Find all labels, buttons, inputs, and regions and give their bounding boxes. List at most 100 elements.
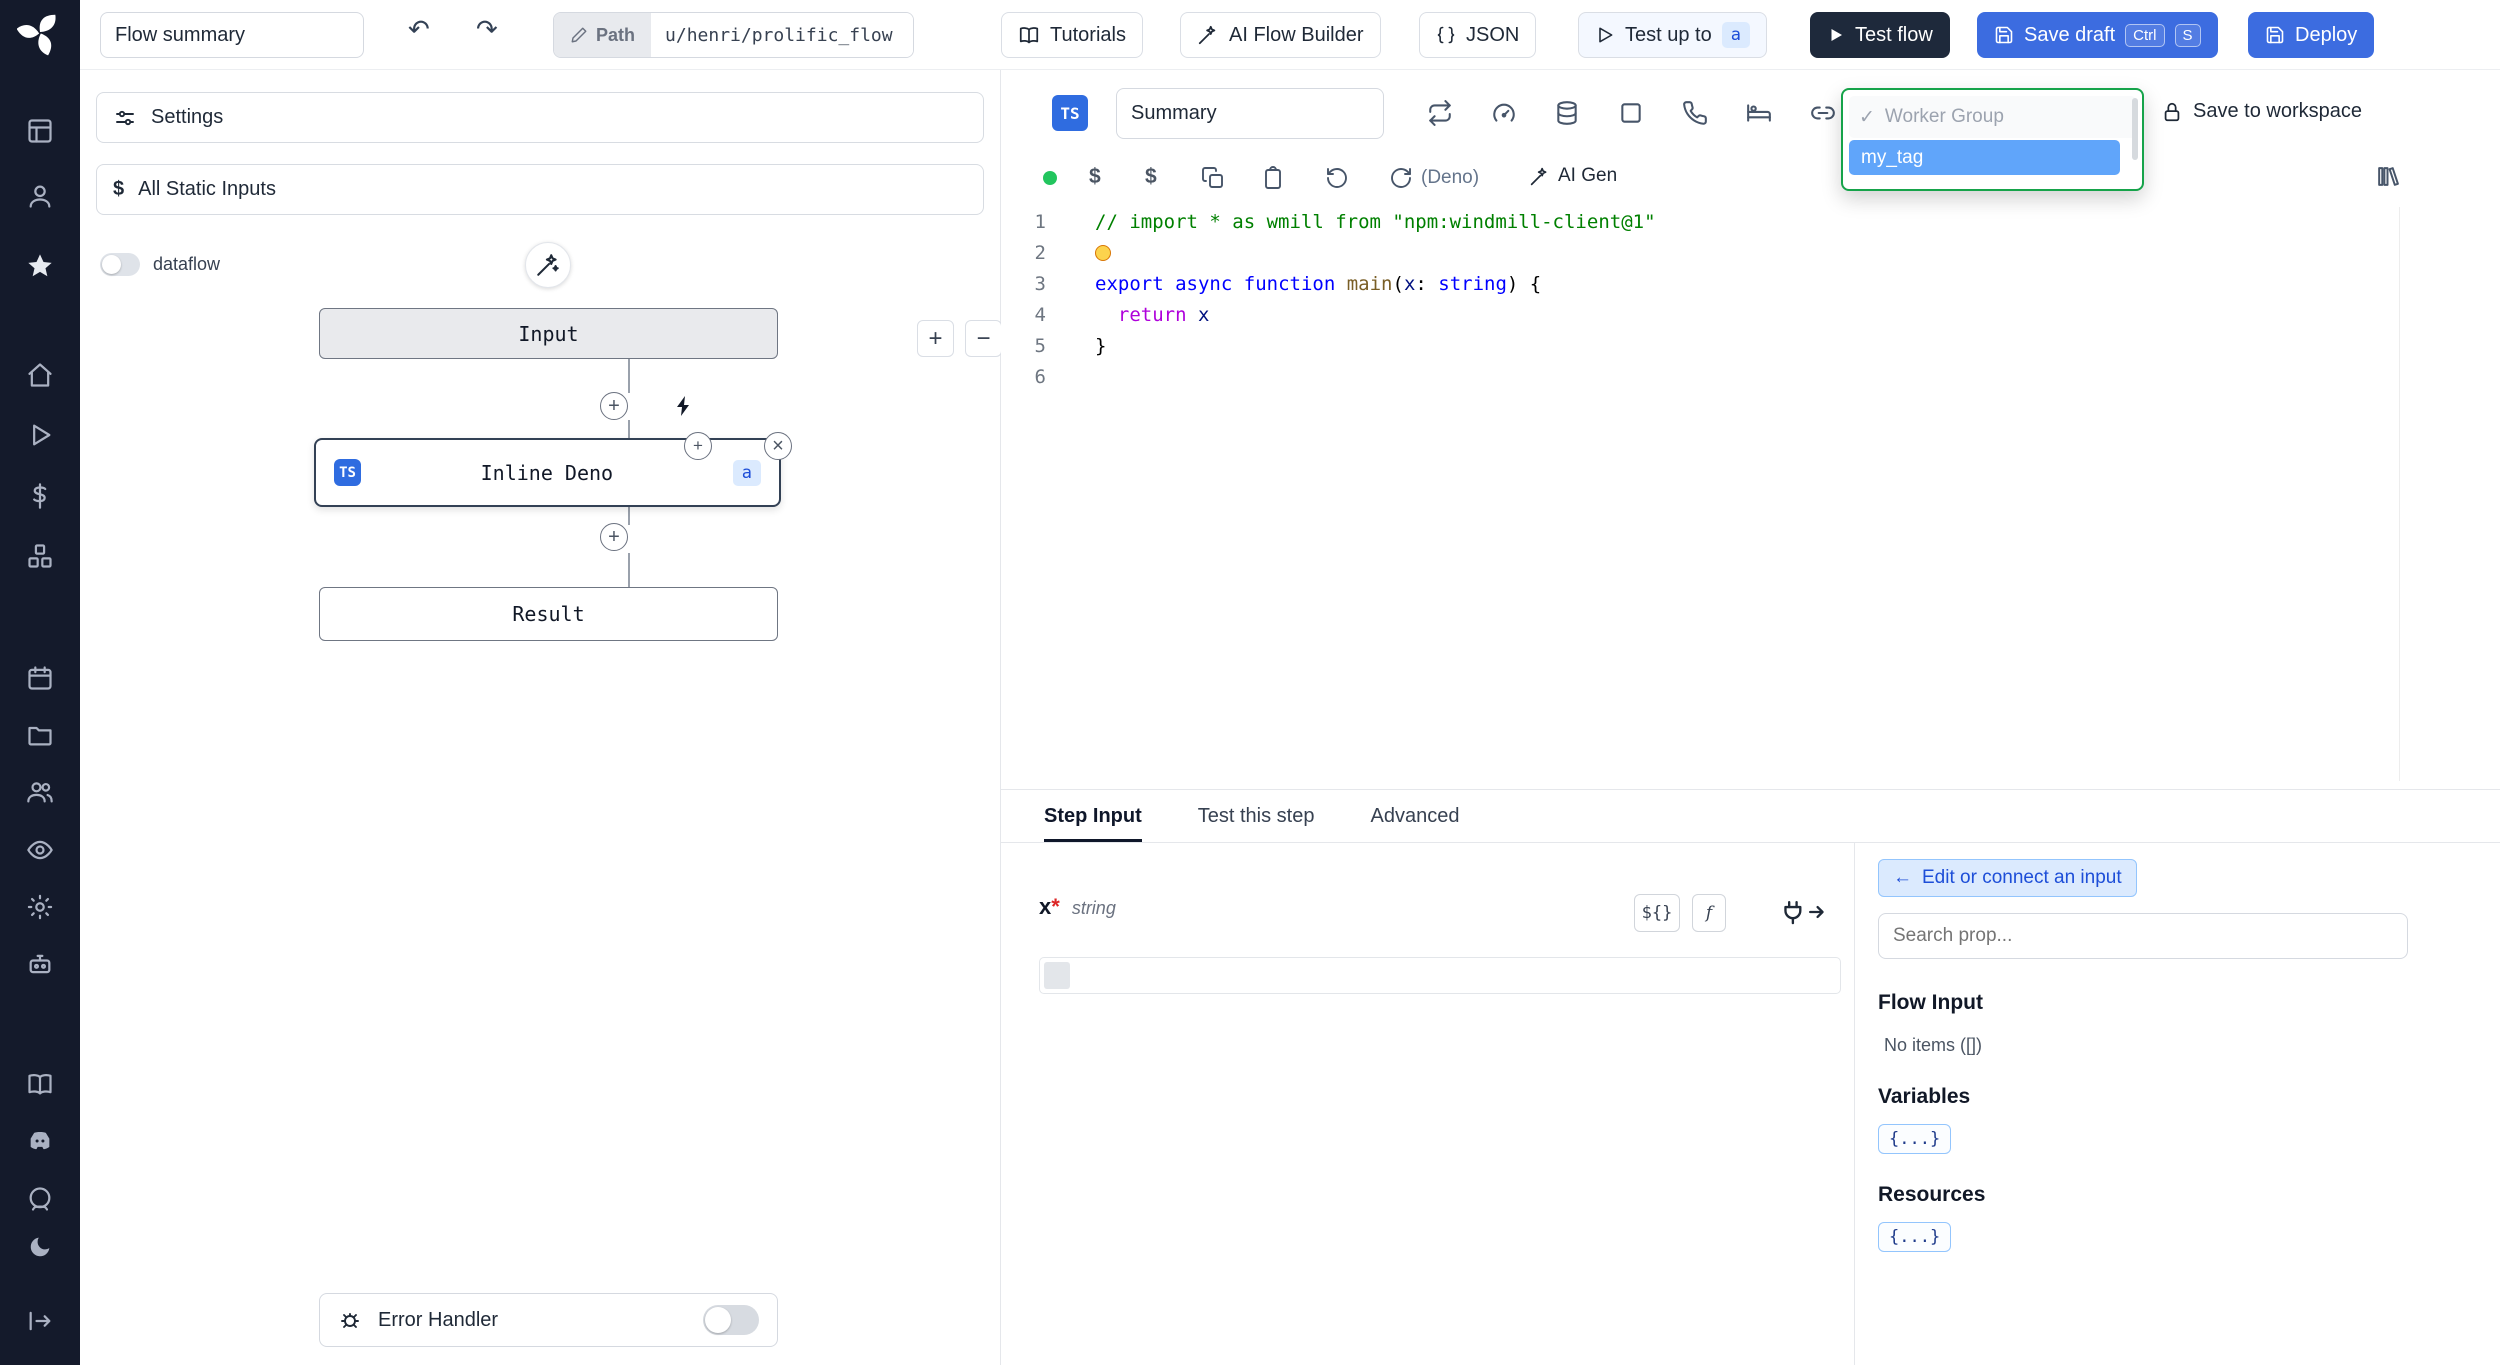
path-edit-button[interactable]: Path — [554, 13, 652, 57]
clipboard-icon[interactable] — [1261, 166, 1285, 190]
groups-icon[interactable] — [26, 778, 54, 806]
bug-icon — [338, 1308, 362, 1332]
kbd-s: S — [2174, 23, 2201, 47]
save-to-workspace-button[interactable]: Save to workspace — [2161, 100, 2362, 123]
json-label: JSON — [1466, 23, 1520, 46]
result-node[interactable]: Result — [319, 587, 778, 641]
resources-icon[interactable] — [26, 542, 54, 570]
save-draft-label: Save draft — [2024, 23, 2116, 46]
copy-icon[interactable] — [1201, 166, 1225, 190]
worker-group-label: Worker Group — [1884, 106, 2004, 127]
dataflow-toggle[interactable] — [100, 253, 140, 276]
flow-summary-input[interactable] — [100, 12, 364, 58]
reset-history-icon[interactable] — [1325, 166, 1349, 190]
add-variable-icon[interactable]: $ — [1089, 165, 1101, 189]
trigger-bolt-icon[interactable] — [670, 392, 698, 420]
tab-advanced[interactable]: Advanced — [1370, 805, 1459, 842]
code-editor[interactable]: 1// import * as wmill from "npm:windmill… — [1001, 207, 2498, 393]
tutorials-button[interactable]: Tutorials — [1001, 12, 1143, 58]
arg-value-input[interactable] — [1039, 957, 1841, 994]
zoom-out-button[interactable]: − — [965, 320, 1002, 357]
discord-icon[interactable] — [26, 1127, 54, 1155]
flow-settings-row[interactable]: Settings — [96, 92, 984, 143]
all-static-inputs-row[interactable]: $ All Static Inputs — [96, 164, 984, 215]
kbd-ctrl: Ctrl — [2125, 23, 2165, 47]
github-icon[interactable] — [26, 1185, 54, 1213]
search-prop-input[interactable] — [1878, 913, 2408, 959]
worker-group-option-header[interactable]: ✓ Worker Group — [1849, 96, 2136, 138]
schedules-icon[interactable] — [26, 664, 54, 692]
add-resource-icon[interactable]: $ — [1145, 165, 1157, 189]
home-icon[interactable] — [26, 361, 54, 389]
error-handler-toggle[interactable] — [703, 1305, 759, 1335]
cache-database-icon[interactable] — [1554, 100, 1580, 126]
test-flow-button[interactable]: Test flow — [1810, 12, 1950, 58]
input-node[interactable]: Input — [319, 308, 778, 359]
insert-expression-button[interactable]: ${} — [1634, 894, 1680, 932]
editor-scrollbar-track[interactable] — [2399, 207, 2400, 781]
apps-icon[interactable] — [26, 117, 54, 145]
remove-step-icon[interactable]: × — [764, 432, 792, 460]
worker-group-dropdown: ✓ Worker Group my_tag — [1841, 88, 2144, 191]
function-mode-button[interactable]: f — [1692, 894, 1726, 932]
ai-gen-button[interactable]: AI Gen — [1529, 165, 1617, 187]
worker-group-option-selected[interactable]: my_tag — [1849, 140, 2120, 175]
step-summary-input[interactable] — [1116, 88, 1384, 139]
save-draft-button[interactable]: Save draft Ctrl S — [1977, 12, 2218, 58]
edit-or-connect-button[interactable]: ← Edit or connect an input — [1878, 859, 2137, 897]
deploy-button[interactable]: Deploy — [2248, 12, 2375, 58]
error-handler-row[interactable]: Error Handler — [319, 1293, 778, 1347]
auto-layout-wand-button[interactable] — [525, 242, 571, 288]
add-step-icon[interactable]: + — [600, 523, 628, 551]
docs-book-icon[interactable] — [26, 1070, 54, 1098]
play-icon — [1595, 25, 1615, 45]
drag-handle[interactable] — [1044, 962, 1070, 989]
undo-icon[interactable]: ↶ — [408, 16, 430, 42]
redo-icon[interactable]: ↷ — [476, 16, 498, 42]
workers-icon[interactable] — [26, 950, 54, 978]
retry-loop-icon[interactable] — [1427, 100, 1453, 126]
result-node-label: Result — [512, 602, 585, 626]
sleep-bed-icon[interactable] — [1746, 100, 1772, 126]
favorites-star-icon[interactable] — [26, 252, 54, 280]
step-input-form: x * string ${} f — [1001, 843, 1854, 1365]
inline-deno-node-label: Inline Deno — [480, 460, 614, 485]
move-step-icon[interactable]: + — [684, 432, 712, 460]
windmill-logo-icon[interactable] — [17, 10, 63, 56]
ai-flow-builder-button[interactable]: AI Flow Builder — [1180, 12, 1381, 58]
selected-tag-label: my_tag — [1861, 146, 1924, 168]
audit-logs-eye-icon[interactable] — [26, 836, 54, 864]
collapse-sidebar-icon[interactable] — [26, 1307, 54, 1335]
topbar: ↶ ↷ Path Tutorials AI Flow Builder JSON … — [80, 0, 2500, 70]
suspend-phone-icon[interactable] — [1682, 100, 1708, 126]
tutorials-label: Tutorials — [1050, 23, 1126, 46]
json-button[interactable]: JSON — [1419, 12, 1537, 58]
lang-ready-dot — [1043, 171, 1057, 185]
early-stop-gauge-icon[interactable] — [1491, 100, 1517, 126]
tab-step-input[interactable]: Step Input — [1044, 805, 1142, 842]
save-icon — [1994, 25, 2014, 45]
test-up-to-button[interactable]: Test up to a — [1578, 12, 1767, 58]
plug-connect-icon[interactable] — [1783, 897, 1825, 927]
tab-test-this-step[interactable]: Test this step — [1198, 805, 1315, 842]
mock-cable-icon[interactable] — [1810, 100, 1836, 126]
user-icon[interactable] — [26, 182, 54, 210]
flow-input-empty: No items ([]) — [1884, 1035, 1983, 1055]
variables-badge[interactable]: {...} — [1878, 1124, 1952, 1154]
script-library-icon[interactable] — [2375, 164, 2400, 189]
folders-icon[interactable] — [26, 721, 54, 749]
dropdown-scrollbar[interactable] — [2132, 98, 2138, 160]
dark-mode-moon-icon[interactable] — [26, 1233, 54, 1261]
variables-icon[interactable] — [26, 482, 54, 510]
resources-badge[interactable]: {...} — [1878, 1222, 1952, 1252]
settings-gear-icon[interactable] — [26, 893, 54, 921]
resources-title: Resources — [1878, 1183, 1986, 1206]
skip-square-icon[interactable] — [1618, 100, 1644, 126]
step-id-badge: a — [732, 459, 761, 486]
runs-icon[interactable] — [26, 421, 54, 449]
path-input[interactable] — [651, 13, 914, 57]
refresh-icon[interactable] — [1389, 166, 1413, 190]
zoom-in-button[interactable]: + — [917, 320, 954, 357]
add-step-icon[interactable]: + — [600, 392, 628, 420]
edit-or-connect-label: Edit or connect an input — [1922, 867, 2122, 888]
